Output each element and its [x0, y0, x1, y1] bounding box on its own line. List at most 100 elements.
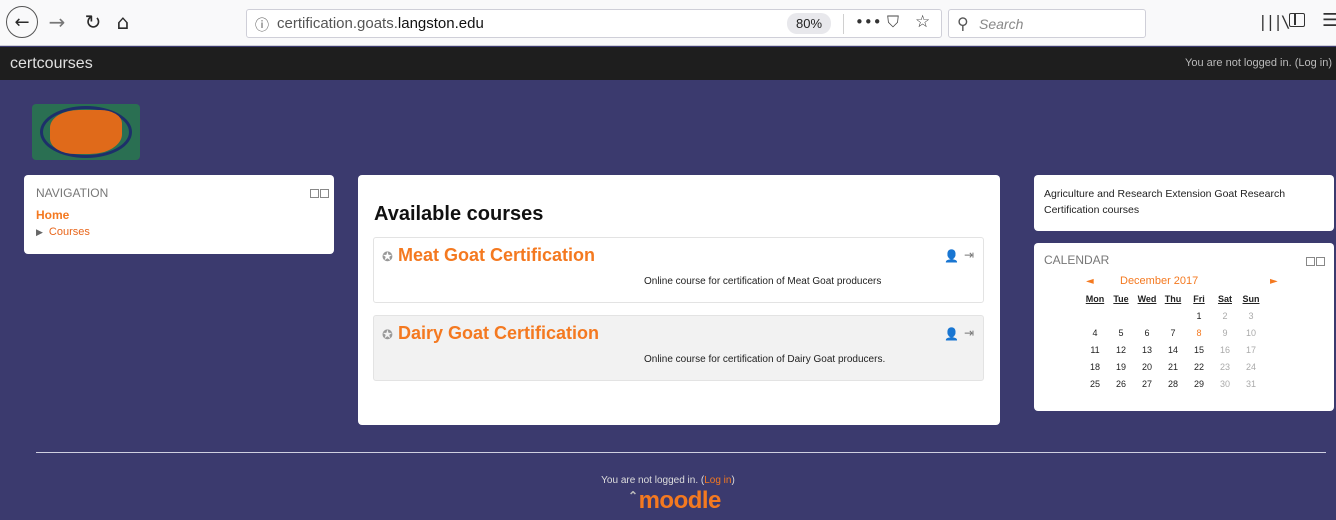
url-text: certification.goats.langston.edu: [277, 15, 484, 32]
calendar-title: CALENDAR: [1044, 253, 1110, 267]
calendar-day[interactable]: 12: [1108, 341, 1134, 358]
footer-divider: [36, 452, 1326, 453]
prev-month-icon[interactable]: ◄: [1086, 276, 1094, 287]
dock-icon[interactable]: [320, 189, 329, 198]
calendar-day[interactable]: 9: [1212, 324, 1238, 341]
collapse-icon[interactable]: [310, 189, 319, 198]
moodle-logo[interactable]: ⌃moodle: [628, 487, 721, 515]
calendar-day-header: Fri: [1193, 294, 1205, 304]
calendar-day: [1160, 307, 1186, 324]
footer-login-text: You are not logged in. (: [601, 475, 705, 486]
calendar-day[interactable]: 16: [1212, 341, 1238, 358]
search-input[interactable]: ⚲ Search: [948, 9, 1146, 38]
page-actions-icon[interactable]: •••: [855, 13, 882, 31]
next-month-icon[interactable]: ►: [1270, 276, 1278, 287]
teacher-icon[interactable]: 👤: [944, 327, 959, 341]
calendar-day[interactable]: 28: [1160, 375, 1186, 392]
calendar-day[interactable]: 20: [1134, 358, 1160, 375]
back-icon[interactable]: ←: [6, 6, 38, 38]
navigation-block: NAVIGATION Home ▶ Courses: [24, 175, 334, 254]
sidebar-icon[interactable]: [1289, 13, 1305, 27]
calendar-day[interactable]: 17: [1238, 341, 1264, 358]
calendar-day[interactable]: 31: [1238, 375, 1264, 392]
calendar-day[interactable]: 3: [1238, 307, 1264, 324]
bookmark-star-icon[interactable]: ☆: [915, 12, 930, 32]
nav-courses-label: Courses: [48, 226, 90, 238]
search-icon: ⚲: [957, 14, 969, 33]
calendar-day[interactable]: 26: [1108, 375, 1134, 392]
calendar-day[interactable]: 4: [1082, 324, 1108, 341]
zoom-level[interactable]: 80%: [787, 13, 831, 34]
main-content: Available courses ✪ Meat Goat Certificat…: [358, 175, 1000, 425]
calendar-day[interactable]: 7: [1160, 324, 1186, 341]
calendar-day[interactable]: 6: [1134, 324, 1160, 341]
home-icon[interactable]: ⌂: [112, 8, 134, 36]
site-description: Agriculture and Research Extension Goat …: [1044, 188, 1286, 216]
collapse-icon[interactable]: [1306, 257, 1315, 266]
site-name-link[interactable]: certcourses: [10, 55, 93, 73]
calendar-day[interactable]: 8: [1186, 324, 1212, 341]
calendar-day[interactable]: 10: [1238, 324, 1264, 341]
course-item: ✪ Dairy Goat Certification 👤 ⇥ Online co…: [373, 315, 984, 381]
block-controls[interactable]: [1306, 257, 1326, 267]
login-status[interactable]: You are not logged in. (Log in): [1185, 57, 1332, 69]
course-item: ✪ Meat Goat Certification 👤 ⇥ Online cou…: [373, 237, 984, 303]
footer-login-close: ): [731, 475, 735, 486]
site-navbar: certcourses You are not logged in. (Log …: [0, 47, 1336, 80]
calendar-day[interactable]: 14: [1160, 341, 1186, 358]
calendar-week: 123: [1082, 307, 1264, 324]
calendar-block: CALENDAR ◄ December 2017 ► Mon Tue Wed Thu F…: [1034, 243, 1334, 411]
pocket-icon[interactable]: ⛉: [887, 12, 899, 32]
course-summary: Online course for certification of Meat …: [644, 276, 882, 287]
url-bar[interactable]: ⓘ certification.goats.langston.edu 80% •…: [246, 9, 942, 38]
calendar-day[interactable]: 25: [1082, 375, 1108, 392]
forward-icon[interactable]: →: [46, 8, 68, 36]
info-icon[interactable]: ⓘ: [255, 15, 269, 35]
footer-login-link[interactable]: Log in: [704, 475, 731, 486]
calendar-day[interactable]: 13: [1134, 341, 1160, 358]
course-link[interactable]: Meat Goat Certification: [398, 245, 595, 266]
calendar-day[interactable]: 2: [1212, 307, 1238, 324]
self-enrol-icon[interactable]: ⇥: [964, 326, 974, 340]
self-enrol-icon[interactable]: ⇥: [964, 248, 974, 262]
divider: [843, 14, 844, 34]
dock-icon[interactable]: [1316, 257, 1325, 266]
institute-logo[interactable]: [32, 104, 140, 160]
search-placeholder: Search: [979, 16, 1024, 32]
calendar-day[interactable]: 24: [1238, 358, 1264, 375]
calendar-day[interactable]: 18: [1082, 358, 1108, 375]
calendar-day[interactable]: 29: [1186, 375, 1212, 392]
reload-icon[interactable]: ↻: [82, 8, 104, 36]
nav-courses-link[interactable]: ▶ Courses: [36, 226, 90, 238]
teacher-icon[interactable]: 👤: [944, 249, 959, 263]
calendar-day[interactable]: 1: [1186, 307, 1212, 324]
calendar-month: December 2017: [1120, 275, 1199, 287]
calendar-week: 11 12 13 14 15 16 17: [1082, 341, 1264, 358]
calendar-day[interactable]: 15: [1186, 341, 1212, 358]
logo-map-shape: [50, 110, 122, 154]
calendar-day-header: Thu: [1164, 294, 1182, 304]
calendar-day[interactable]: 19: [1108, 358, 1134, 375]
calendar-day[interactable]: 30: [1212, 375, 1238, 392]
library-icon[interactable]: |||\: [1258, 12, 1291, 31]
calendar-day[interactable]: 11: [1082, 341, 1108, 358]
nav-home-link[interactable]: Home: [36, 208, 69, 222]
calendar-day[interactable]: 21: [1160, 358, 1186, 375]
calendar-day-header: Sat: [1217, 294, 1232, 304]
moodle-hat-icon: ⌃: [628, 489, 638, 503]
calendar-day[interactable]: 22: [1186, 358, 1212, 375]
calendar-day[interactable]: 23: [1212, 358, 1238, 375]
calendar-day[interactable]: 5: [1108, 324, 1134, 341]
block-controls[interactable]: [310, 189, 330, 199]
hamburger-menu-icon[interactable]: ☰: [1322, 10, 1336, 31]
course-link[interactable]: Dairy Goat Certification: [398, 323, 599, 344]
calendar-day: [1082, 307, 1108, 324]
calendar-day[interactable]: 27: [1134, 375, 1160, 392]
footer-login-status: You are not logged in. (Log in): [0, 475, 1336, 486]
calendar-day: [1108, 307, 1134, 324]
expand-triangle-icon[interactable]: ▶: [36, 228, 43, 238]
page-title: Available courses: [374, 203, 544, 225]
course-bullet-icon: ✪: [382, 250, 393, 265]
calendar-week: 4 5 6 7 8 9 10: [1082, 324, 1264, 341]
calendar-day-header: Tue: [1113, 294, 1129, 304]
